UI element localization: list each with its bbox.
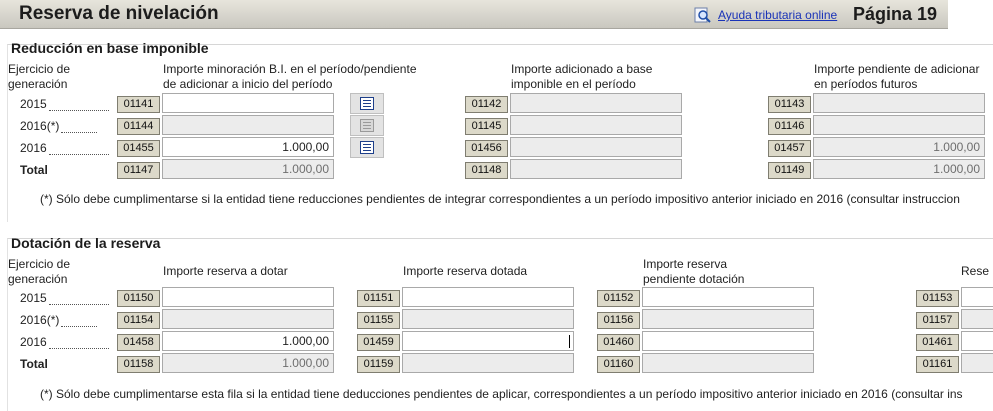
amount-input[interactable]	[642, 331, 814, 351]
total-field	[402, 353, 574, 373]
box-code: 01161	[916, 356, 959, 373]
col-header-truncated: Rese	[961, 264, 990, 278]
box-code: 01150	[117, 290, 160, 307]
row-label-total: Total	[20, 357, 48, 371]
amount-field	[510, 137, 682, 157]
amount-input[interactable]	[162, 93, 334, 113]
amount-input[interactable]	[402, 287, 574, 307]
box-code: 01157	[916, 312, 959, 329]
box-code: 01158	[117, 356, 160, 373]
box-code: 01460	[597, 334, 640, 351]
row-label: 2016	[20, 335, 109, 349]
calculator-button[interactable]	[350, 93, 384, 114]
amount-field	[813, 115, 985, 135]
box-code: 01141	[117, 96, 160, 113]
amount-field	[642, 309, 814, 329]
amount-field	[402, 309, 574, 329]
total-field: 1.000,00	[813, 159, 985, 179]
amount-field	[510, 93, 682, 113]
col-header-minoracion: Importe minoración B.I. en el período/pe…	[163, 62, 417, 91]
amount-field	[813, 93, 985, 113]
col-header-ejercicio: Ejercicio de generación	[8, 62, 71, 91]
box-code: 01155	[357, 312, 400, 329]
box-code: 01159	[357, 356, 400, 373]
form-page: Reserva de nivelación Ayuda tributaria o…	[0, 0, 993, 411]
row-label: 2016(*)	[20, 313, 98, 327]
amount-field	[162, 115, 334, 135]
amount-input[interactable]: 1.000,00	[162, 331, 334, 351]
amount-field	[510, 115, 682, 135]
calculator-button-disabled	[350, 115, 384, 136]
amount-input[interactable]: 1.000,00	[162, 137, 334, 157]
box-code: 01456	[465, 140, 508, 157]
amount-input-focused[interactable]	[402, 331, 574, 351]
box-code: 01147	[117, 162, 160, 179]
box-code: 01457	[768, 140, 811, 157]
row-label: 2016	[20, 141, 109, 155]
amount-input[interactable]	[162, 287, 334, 307]
box-code: 01151	[357, 290, 400, 307]
calculator-icon	[360, 141, 374, 154]
section-title-dotacion: Dotación de la reserva	[11, 235, 161, 251]
total-field: 1.000,00	[162, 353, 334, 373]
box-code: 01142	[465, 96, 508, 113]
col-header-pendiente: Importe pendiente de adicionar en período…	[814, 62, 980, 91]
box-code: 01149	[768, 162, 811, 179]
box-code: 01458	[117, 334, 160, 351]
page-number: Página 19	[853, 4, 938, 24]
footnote: (*) Sólo debe cumplimentarse si la entid…	[40, 192, 960, 206]
box-code: 01459	[357, 334, 400, 351]
total-field	[510, 159, 682, 179]
calculator-icon	[360, 119, 374, 132]
section-title-reduccion: Reducción en base imponible	[11, 40, 209, 56]
box-code: 01152	[597, 290, 640, 307]
calculator-icon	[360, 97, 374, 110]
row-label: 2015	[20, 291, 109, 305]
col-header-dotada: Importe reserva dotada	[403, 264, 528, 278]
amount-input[interactable]	[642, 287, 814, 307]
total-field	[961, 353, 993, 373]
total-field	[642, 353, 814, 373]
footnote: (*) Sólo debe cumplimentarse esta fila s…	[40, 387, 963, 401]
box-code: 01455	[117, 140, 160, 157]
amount-field	[162, 309, 334, 329]
page-title: Reserva de nivelación	[19, 3, 219, 24]
box-code: 01143	[768, 96, 811, 113]
text-cursor	[569, 335, 570, 348]
box-code: 01146	[768, 118, 811, 135]
box-code: 01153	[916, 290, 959, 307]
amount-input[interactable]	[961, 331, 993, 351]
col-header-a-dotar: Importe reserva a dotar	[163, 264, 288, 278]
box-code: 01461	[916, 334, 959, 351]
amount-field	[961, 309, 993, 329]
row-label: 2016(*)	[20, 119, 98, 133]
col-header-pendiente-dotacion: Importe reserva pendiente dotación	[643, 257, 745, 286]
amount-field: 1.000,00	[813, 137, 985, 157]
col-header-ejercicio: Ejercicio de generación	[8, 257, 71, 286]
col-header-adicionado: Importe adicionado a base imponible en el…	[511, 62, 653, 91]
help-link[interactable]: Ayuda tributaria online	[718, 8, 837, 22]
box-code: 01160	[597, 356, 640, 373]
row-label-total: Total	[20, 163, 48, 177]
box-code: 01145	[465, 118, 508, 135]
row-label: 2015	[20, 97, 109, 111]
amount-input[interactable]	[961, 287, 993, 307]
box-code: 01148	[465, 162, 508, 179]
box-code: 01144	[117, 118, 160, 135]
box-code: 01156	[597, 312, 640, 329]
calculator-button[interactable]	[350, 137, 384, 158]
help-magnifier-icon[interactable]	[694, 6, 712, 24]
total-field: 1.000,00	[162, 159, 334, 179]
box-code: 01154	[117, 312, 160, 329]
